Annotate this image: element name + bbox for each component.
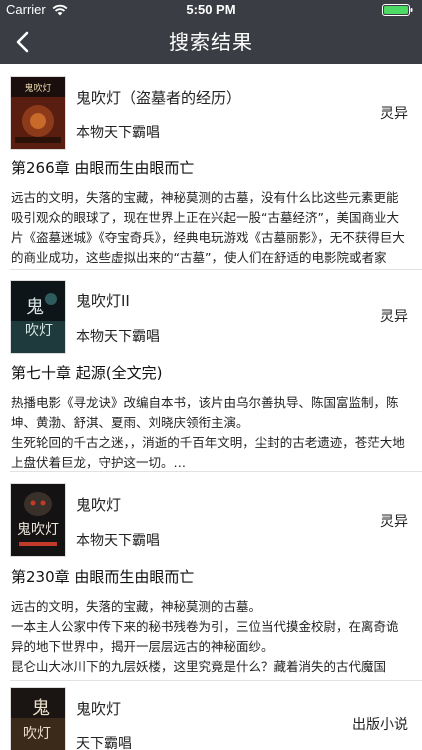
book-description: 远古的文明，失落的宝藏，神秘莫测的古墓，没有什么比这些元素更能吸引观众的眼球了，… <box>11 190 405 265</box>
book-cover: 鬼吹灯 <box>11 484 65 556</box>
search-result-item[interactable]: 鬼 吹灯 鬼吹灯 出版小说 天下霸唱 <box>0 684 422 750</box>
top-bar: Carrier 5:50 PM 搜索结果 <box>0 0 422 64</box>
svg-text:鬼吹灯: 鬼吹灯 <box>17 522 59 538</box>
book-category: 灵异 <box>380 514 408 530</box>
book-cover: 鬼 吹灯 <box>11 281 65 353</box>
row-divider <box>10 680 422 681</box>
status-bar: Carrier 5:50 PM <box>0 0 422 20</box>
status-time: 5:50 PM <box>186 2 236 17</box>
book-title: 鬼吹灯 <box>76 496 122 514</box>
svg-text:鬼: 鬼 <box>26 297 44 318</box>
row-divider <box>10 269 422 270</box>
row-divider <box>10 471 422 472</box>
book-description: 远古的文明，失落的宝藏，神秘莫测的古墓。 一本主人公家中传下来的秘书残卷为引，三… <box>11 599 399 674</box>
search-result-item[interactable]: 鬼 吹灯 鬼吹灯II 灵异 本物天下霸唱 第七十章 起源(全文完) 热播电影《寻… <box>0 272 422 474</box>
book-category: 灵异 <box>380 106 408 122</box>
book-author: 本物天下霸唱 <box>76 329 160 345</box>
latest-chapter: 第266章 由眼而生由眼而亡 <box>11 159 195 177</box>
book-cover: 鬼吹灯 <box>11 77 65 149</box>
svg-text:鬼吹灯: 鬼吹灯 <box>24 82 51 94</box>
battery-icon <box>382 4 413 16</box>
svg-text:吹灯: 吹灯 <box>23 726 51 742</box>
svg-text:吹灯: 吹灯 <box>25 323 53 339</box>
book-category: 出版小说 <box>352 717 408 733</box>
book-description: 热播电影《寻龙诀》改编自本书，该片由乌尔善执导、陈国富监制，陈坤、黄渤、舒淇、夏… <box>11 395 405 470</box>
book-title: 鬼吹灯 <box>76 700 122 718</box>
search-result-item[interactable]: 鬼吹灯 鬼吹灯 灵异 本物天下霸唱 第230章 由眼而生由眼而亡 远古的文明，失… <box>0 474 422 684</box>
book-title: 鬼吹灯II <box>76 292 130 310</box>
book-category: 灵异 <box>380 309 408 325</box>
book-cover: 鬼 吹灯 <box>11 688 65 750</box>
latest-chapter: 第七十章 起源(全文完) <box>11 364 163 382</box>
book-author: 本物天下霸唱 <box>76 125 160 141</box>
search-results-screen: Carrier 5:50 PM 搜索结果 鬼吹灯 鬼吹灯（盗墓者的经历） 灵异 … <box>0 0 422 750</box>
latest-chapter: 第230章 由眼而生由眼而亡 <box>11 568 195 586</box>
book-title: 鬼吹灯（盗墓者的经历） <box>76 89 242 107</box>
book-author: 天下霸唱 <box>76 736 132 750</box>
book-author: 本物天下霸唱 <box>76 533 160 549</box>
page-title: 搜索结果 <box>169 30 253 54</box>
results-list: 鬼吹灯 鬼吹灯（盗墓者的经历） 灵异 本物天下霸唱 第266章 由眼而生由眼而亡… <box>0 64 422 750</box>
navigation-bar: 搜索结果 <box>0 20 422 64</box>
svg-text:鬼: 鬼 <box>32 698 50 719</box>
search-result-item[interactable]: 鬼吹灯 鬼吹灯（盗墓者的经历） 灵异 本物天下霸唱 第266章 由眼而生由眼而亡… <box>0 64 422 272</box>
